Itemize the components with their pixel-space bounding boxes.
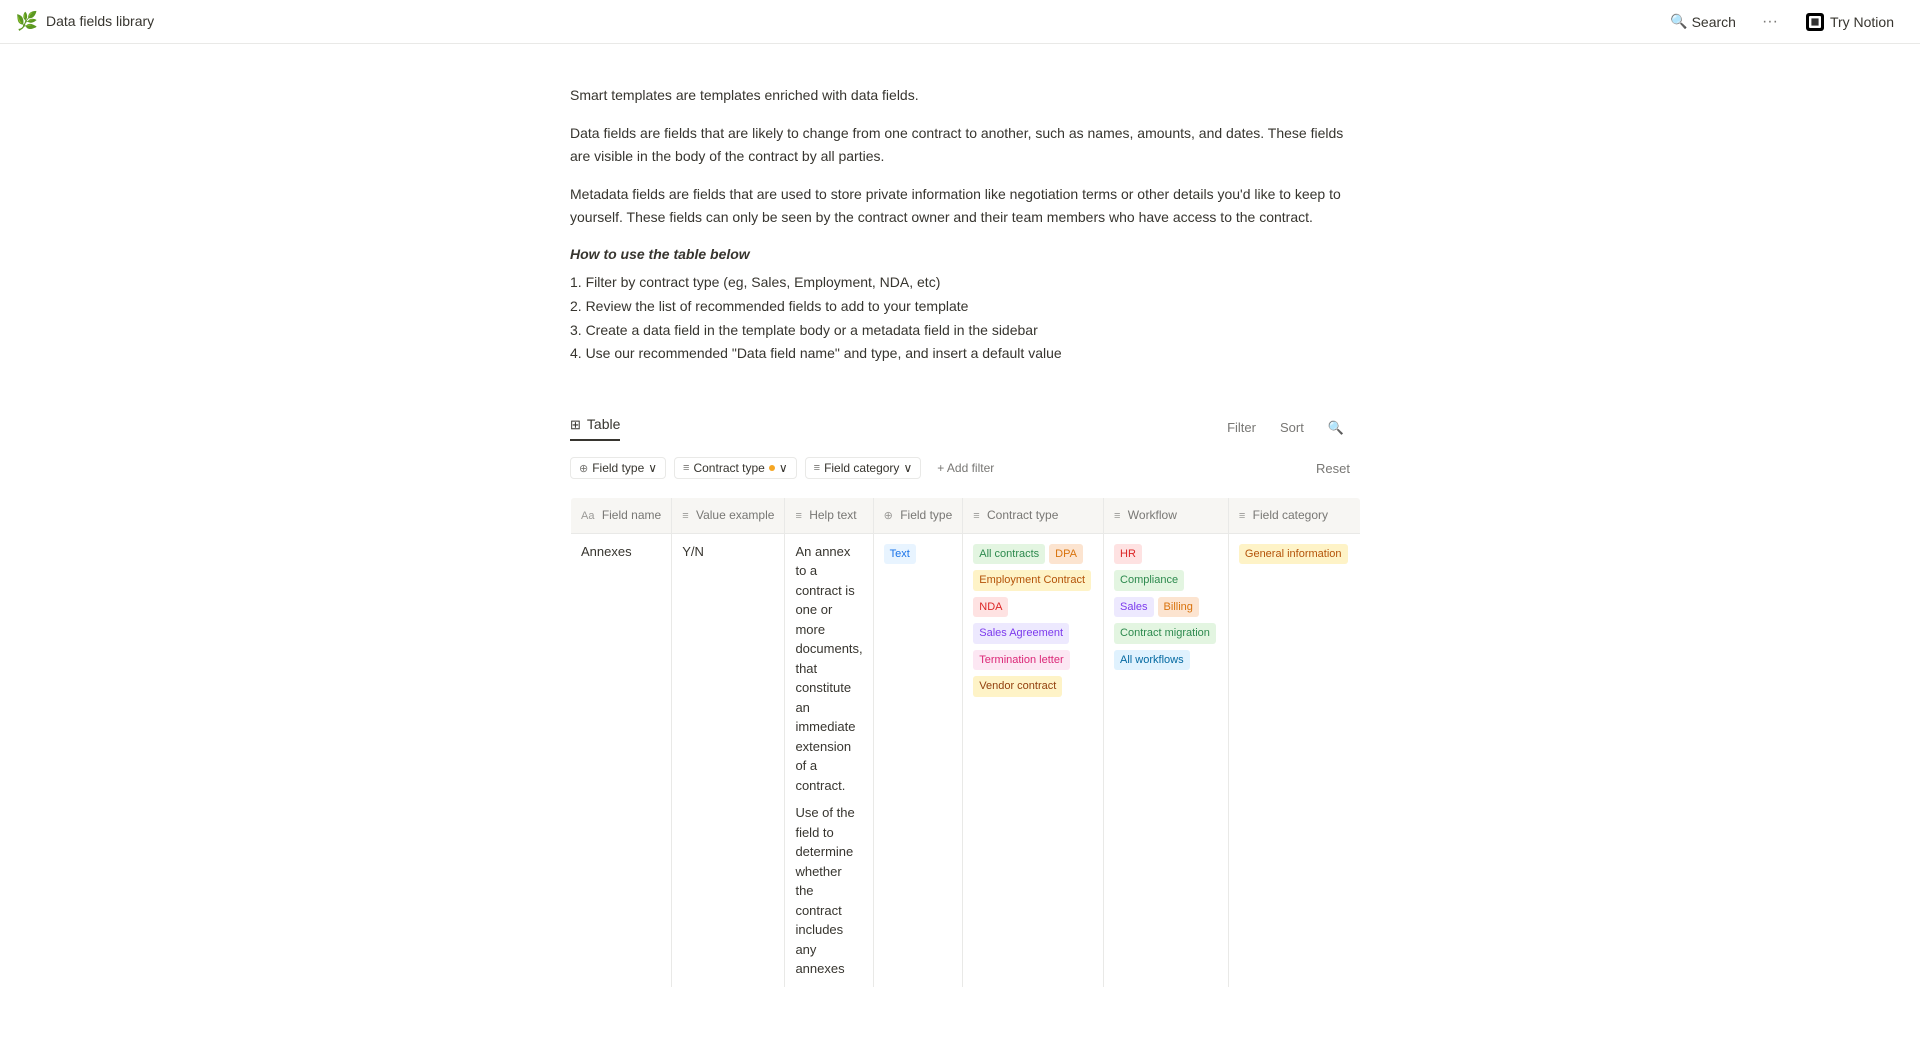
contract-type-filter-label: Contract type [693,461,764,475]
contract-type-filter-dot [769,465,775,471]
table-search-button[interactable]: 🔍 [1322,416,1350,440]
topbar-right: 🔍 Search ··· Try Notion [1662,9,1904,35]
how-to-use-title: How to use the table below [570,244,1350,265]
reset-button[interactable]: Reset [1316,461,1350,476]
table-header: Aa Field name ≡ Value example ≡ Help tex… [571,498,1361,534]
table-actions: Filter Sort 🔍 [1221,416,1350,440]
value-example-col-icon: ≡ [682,510,688,522]
workflow-col-label: Workflow [1128,508,1177,522]
field-type-col-icon: ⊕ [884,510,893,522]
field-type-col-label: Field type [900,508,952,522]
paragraph-2: Data fields are fields that are likely t… [570,122,1350,167]
col-header-field-category: ≡ Field category [1228,498,1360,534]
col-header-value-example: ≡ Value example [672,498,785,534]
table-grid-icon: ⊞ [570,415,581,435]
how-to-use-list: 1. Filter by contract type (eg, Sales, E… [570,271,1350,366]
contract-type-col-icon: ≡ [973,510,979,522]
table-header-row: ⊞ Table Filter Sort 🔍 [570,414,1350,441]
try-notion-label: Try Notion [1830,14,1894,30]
cell-field-type: Text [873,533,963,987]
cell-help-text: An annex to a contract is one or more do… [785,533,873,987]
paragraph-3: Metadata fields are fields that are used… [570,183,1350,228]
workflow-tag: Billing [1158,597,1199,618]
page-icon: 🌿 [16,11,38,33]
help-text-col-label: Help text [809,508,856,522]
workflow-col-icon: ≡ [1114,510,1120,522]
field-type-tag: Text [884,544,916,565]
main-content: Smart templates are templates enriched w… [510,44,1410,1048]
field-category-filter-chip[interactable]: ≡ Field category ∨ [805,457,922,479]
field-category-filter-label: Field category [824,461,899,475]
how-to-use-section: How to use the table below 1. Filter by … [570,244,1350,366]
field-category-col-icon: ≡ [1239,510,1245,522]
more-options-icon: ··· [1762,13,1778,31]
workflow-tag: Compliance [1114,570,1184,591]
topbar-left: 🌿 Data fields library [16,11,154,33]
contract-type-tag: NDA [973,597,1008,618]
contract-type-tag: DPA [1049,544,1083,565]
field-name-col-label: Field name [602,508,661,522]
more-options-button[interactable]: ··· [1756,11,1784,33]
workflow-tag: Sales [1114,597,1154,618]
table-label: ⊞ Table [570,414,620,441]
col-header-help-text: ≡ Help text [785,498,873,534]
cell-field-name: Annexes [571,533,672,987]
contract-type-tag: Termination letter [973,650,1069,671]
search-label: Search [1692,14,1736,30]
help-text-col-icon: ≡ [795,510,801,522]
filter-button[interactable]: Filter [1221,416,1262,439]
cell-value-example: Y/N [672,533,785,987]
contract-type-filter-arrow: ∨ [779,461,788,475]
contract-type-tag: Vendor contract [973,676,1062,697]
field-name-col-icon: Aa [581,510,594,522]
cell-contract-type: All contractsDPA Employment Contract NDA Sa… [963,533,1104,987]
search-icon: 🔍 [1670,13,1687,30]
col-header-field-type: ⊕ Field type [873,498,963,534]
add-filter-button[interactable]: + Add filter [929,458,1002,478]
workflow-tag: Contract migration [1114,623,1216,644]
field-type-filter-chip[interactable]: ⊕ Field type ∨ [570,457,666,479]
table-label-text: Table [587,414,620,435]
cell-field-category: General information [1228,533,1360,987]
table-section: ⊞ Table Filter Sort 🔍 ⊕ Field type ∨ ≡ C… [570,414,1350,988]
paragraph-1: Smart templates are templates enriched w… [570,84,1350,106]
contract-type-tag: All contracts [973,544,1045,565]
contract-type-tag: Sales Agreement [973,623,1069,644]
try-notion-button[interactable]: Try Notion [1796,9,1904,35]
field-type-filter-arrow: ∨ [648,461,657,475]
data-table: Aa Field name ≡ Value example ≡ Help tex… [570,497,1361,988]
field-category-filter-icon: ≡ [814,462,820,474]
cell-workflow: HR Compliance SalesBilling Contract migrati… [1104,533,1229,987]
field-category-col-label: Field category [1253,508,1328,522]
list-item: 4. Use our recommended "Data field name"… [570,342,1350,366]
list-item: 1. Filter by contract type (eg, Sales, E… [570,271,1350,295]
field-type-filter-label: Field type [592,461,644,475]
sort-button[interactable]: Sort [1274,416,1310,439]
content-body: Smart templates are templates enriched w… [570,84,1350,366]
workflow-tag: All workflows [1114,650,1190,671]
list-item: 2. Review the list of recommended fields… [570,295,1350,319]
contract-type-tag: Employment Contract [973,570,1091,591]
table-row: AnnexesY/NAn annex to a contract is one … [571,533,1361,987]
col-header-contract-type: ≡ Contract type [963,498,1104,534]
list-item: 3. Create a data field in the template b… [570,319,1350,343]
filters-row: ⊕ Field type ∨ ≡ Contract type ∨ ≡ Field… [570,451,1350,485]
topbar: 🌿 Data fields library 🔍 Search ··· Try N… [0,0,1920,44]
field-category-filter-arrow: ∨ [903,461,912,475]
field-category-tag: General information [1239,544,1348,565]
col-header-workflow: ≡ Workflow [1104,498,1229,534]
col-header-field-name: Aa Field name [571,498,672,534]
notion-logo-icon [1806,13,1824,31]
contract-type-filter-icon: ≡ [683,462,689,474]
contract-type-col-label: Contract type [987,508,1058,522]
contract-type-filter-chip[interactable]: ≡ Contract type ∨ [674,457,797,479]
search-button[interactable]: 🔍 Search [1662,9,1744,34]
field-type-filter-icon: ⊕ [579,462,588,475]
workflow-tag: HR [1114,544,1142,565]
value-example-col-label: Value example [696,508,775,522]
page-title: Data fields library [46,11,154,32]
